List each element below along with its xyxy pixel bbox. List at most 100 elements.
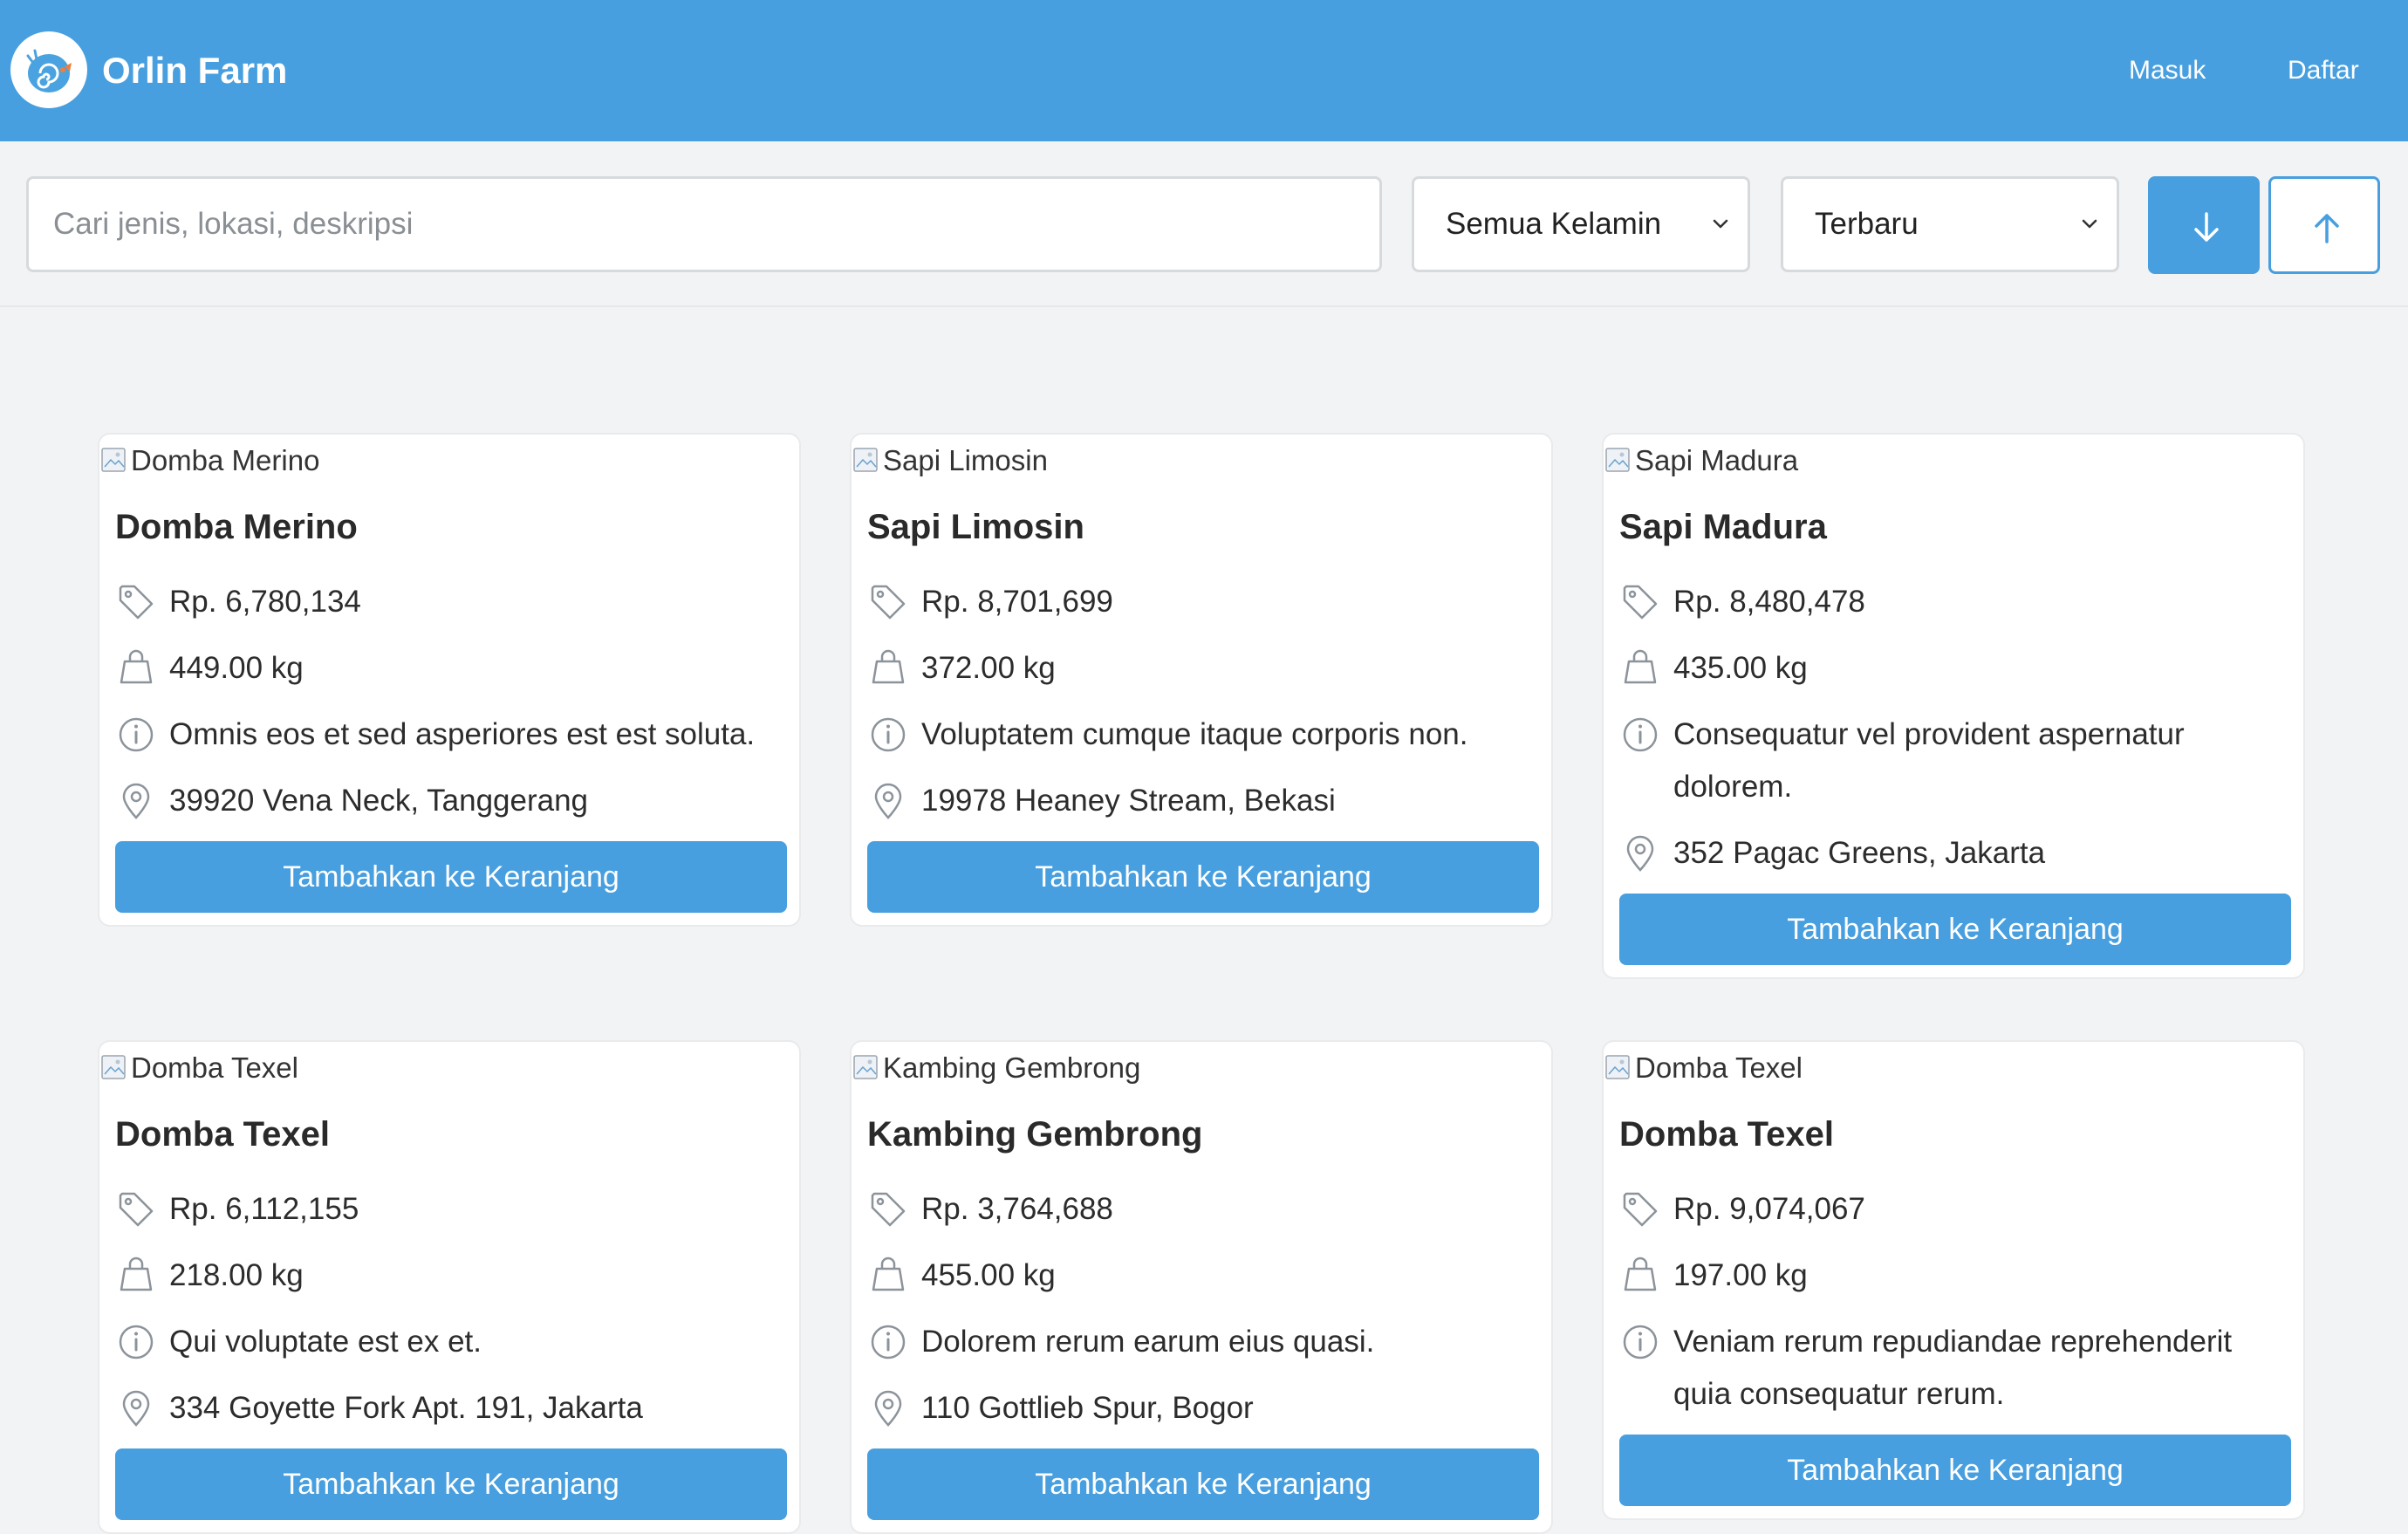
product-description: Veniam rerum repudiandae reprehenderit q… bbox=[1619, 1318, 2291, 1421]
product-price: Rp. 6,112,155 bbox=[115, 1185, 787, 1236]
info-icon bbox=[119, 1325, 154, 1359]
product-image: Domba Texel bbox=[99, 1042, 298, 1094]
product-image: Sapi Limosin bbox=[852, 435, 1048, 487]
product-card: Domba Merino Domba Merino Rp. 6,780,134 … bbox=[98, 433, 801, 927]
chevron-down-icon bbox=[2082, 219, 2097, 229]
add-to-cart-button[interactable]: Tambahkan ke Keranjang bbox=[867, 841, 1539, 913]
price-tag-icon bbox=[1623, 1192, 1658, 1227]
info-icon bbox=[1623, 1325, 1658, 1359]
price-tag-icon bbox=[119, 1192, 154, 1227]
product-description: Voluptatem cumque itaque corporis non. bbox=[867, 710, 1539, 761]
arrow-up-icon bbox=[2315, 214, 2339, 243]
product-price: Rp. 8,480,478 bbox=[1619, 578, 2291, 628]
product-title: Kambing Gembrong bbox=[867, 1115, 1203, 1154]
filter-bar: Semua Kelamin Terbaru bbox=[0, 141, 2408, 307]
product-price: Rp. 3,764,688 bbox=[867, 1185, 1539, 1236]
broken-image-icon bbox=[853, 448, 878, 472]
brand-name[interactable]: Orlin Farm bbox=[102, 44, 287, 98]
price-tag-icon bbox=[871, 1192, 906, 1227]
add-to-cart-button[interactable]: Tambahkan ke Keranjang bbox=[867, 1448, 1539, 1520]
product-weight: 197.00 kg bbox=[1619, 1251, 2291, 1302]
product-location: 19978 Heaney Stream, Bekasi bbox=[867, 777, 1539, 827]
product-description: Dolorem rerum earum eius quasi. bbox=[867, 1318, 1539, 1368]
location-pin-icon bbox=[122, 1390, 150, 1427]
weight-icon bbox=[120, 1257, 153, 1291]
add-to-cart-button[interactable]: Tambahkan ke Keranjang bbox=[1619, 1435, 2291, 1506]
product-description: Consequatur vel provident aspernatur dol… bbox=[1619, 710, 2291, 813]
product-weight: 449.00 kg bbox=[115, 644, 787, 695]
broken-image-icon bbox=[101, 1055, 126, 1079]
product-weight: 435.00 kg bbox=[1619, 644, 2291, 695]
chevron-down-icon bbox=[1713, 219, 1728, 229]
broken-image-icon bbox=[853, 1055, 878, 1079]
add-to-cart-button[interactable]: Tambahkan ke Keranjang bbox=[1619, 894, 2291, 965]
product-image-alt: Domba Texel bbox=[131, 1051, 298, 1084]
product-image-alt: Sapi Madura bbox=[1635, 444, 1799, 476]
top-navbar: Orlin Farm Masuk Daftar bbox=[0, 0, 2408, 141]
broken-image-icon bbox=[1605, 1055, 1630, 1079]
sort-ascending-button[interactable] bbox=[2268, 176, 2380, 274]
product-title: Domba Texel bbox=[1619, 1115, 1834, 1154]
gender-select[interactable]: Semua Kelamin bbox=[1412, 176, 1750, 272]
product-title: Sapi Limosin bbox=[867, 508, 1084, 546]
product-image-alt: Kambing Gembrong bbox=[883, 1051, 1141, 1084]
info-icon bbox=[871, 1325, 906, 1359]
product-location: 334 Goyette Fork Apt. 191, Jakarta bbox=[115, 1384, 787, 1435]
location-pin-icon bbox=[874, 783, 902, 819]
product-card: Sapi Limosin Sapi Limosin Rp. 8,701,699 … bbox=[850, 433, 1553, 927]
weight-icon bbox=[120, 649, 153, 684]
arrow-down-icon bbox=[2194, 212, 2219, 242]
weight-icon bbox=[872, 649, 905, 684]
product-image: Sapi Madura bbox=[1604, 435, 1798, 487]
product-description: Omnis eos et sed asperiores est est solu… bbox=[115, 710, 787, 761]
product-title: Domba Merino bbox=[115, 508, 358, 546]
weight-icon bbox=[872, 1257, 905, 1291]
product-image: Domba Texel bbox=[1604, 1042, 1803, 1094]
sort-descending-button[interactable] bbox=[2148, 176, 2260, 274]
brand-logo[interactable] bbox=[10, 31, 87, 108]
price-tag-icon bbox=[871, 585, 906, 620]
product-price: Rp. 8,701,699 bbox=[867, 578, 1539, 628]
price-tag-icon bbox=[1623, 585, 1658, 620]
product-image-alt: Sapi Limosin bbox=[883, 444, 1048, 476]
info-icon bbox=[871, 717, 906, 752]
sort-select[interactable]: Terbaru bbox=[1781, 176, 2119, 272]
product-location: 39920 Vena Neck, Tanggerang bbox=[115, 777, 787, 827]
product-location: 352 Pagac Greens, Jakarta bbox=[1619, 829, 2291, 880]
product-title: Sapi Madura bbox=[1619, 508, 1827, 546]
product-image-alt: Domba Texel bbox=[1635, 1051, 1803, 1084]
info-icon bbox=[119, 717, 154, 752]
product-card: Sapi Madura Sapi Madura Rp. 8,480,478 43… bbox=[1602, 433, 2305, 979]
location-pin-icon bbox=[122, 783, 150, 819]
add-to-cart-button[interactable]: Tambahkan ke Keranjang bbox=[115, 1448, 787, 1520]
search-input[interactable] bbox=[26, 176, 1382, 272]
product-card: Kambing Gembrong Kambing Gembrong Rp. 3,… bbox=[850, 1040, 1553, 1534]
location-pin-icon bbox=[874, 1390, 902, 1427]
price-tag-icon bbox=[119, 585, 154, 620]
location-pin-icon bbox=[1626, 835, 1654, 872]
product-image: Domba Merino bbox=[99, 435, 319, 487]
info-icon bbox=[1623, 717, 1658, 752]
nav-login-link[interactable]: Masuk bbox=[2129, 51, 2206, 91]
gender-select-value: Semua Kelamin bbox=[1446, 207, 1662, 241]
product-weight: 218.00 kg bbox=[115, 1251, 787, 1302]
product-location: 110 Gottlieb Spur, Bogor bbox=[867, 1384, 1539, 1435]
broken-image-icon bbox=[1605, 448, 1630, 472]
product-card: Domba Texel Domba Texel Rp. 9,074,067 19… bbox=[1602, 1040, 2305, 1520]
add-to-cart-button[interactable]: Tambahkan ke Keranjang bbox=[115, 841, 787, 913]
product-title: Domba Texel bbox=[115, 1115, 330, 1154]
weight-icon bbox=[1624, 649, 1657, 684]
product-weight: 455.00 kg bbox=[867, 1251, 1539, 1302]
product-image-alt: Domba Merino bbox=[131, 444, 320, 476]
product-description: Qui voluptate est ex et. bbox=[115, 1318, 787, 1368]
product-image: Kambing Gembrong bbox=[852, 1042, 1140, 1094]
broken-image-icon bbox=[101, 448, 126, 472]
product-weight: 372.00 kg bbox=[867, 644, 1539, 695]
product-price: Rp. 9,074,067 bbox=[1619, 1185, 2291, 1236]
sort-select-value: Terbaru bbox=[1815, 207, 1919, 241]
nav-register-link[interactable]: Daftar bbox=[2288, 51, 2359, 91]
sheep-logo-icon bbox=[14, 35, 84, 105]
weight-icon bbox=[1624, 1257, 1657, 1291]
product-card: Domba Texel Domba Texel Rp. 6,112,155 21… bbox=[98, 1040, 801, 1534]
product-price: Rp. 6,780,134 bbox=[115, 578, 787, 628]
